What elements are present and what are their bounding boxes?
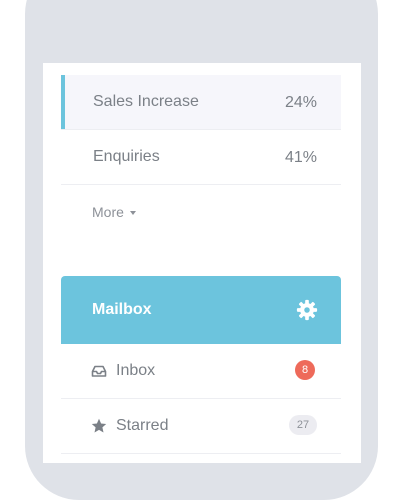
stat-value: 41% <box>284 149 317 166</box>
more-label: More <box>92 204 124 220</box>
mailbox-item-starred[interactable]: Starred 27 <box>61 399 341 454</box>
inbox-icon <box>91 365 107 377</box>
more-button[interactable]: More <box>92 201 136 223</box>
stat-label: Sales Increase <box>93 93 199 110</box>
stat-label: Enquiries <box>93 148 160 165</box>
mailbox-item-label: Inbox <box>116 362 156 379</box>
gear-icon[interactable] <box>296 299 318 321</box>
stat-row-sales-increase[interactable]: Sales Increase 24% <box>61 75 341 130</box>
phone-screen: Sales Increase 24% Enquiries 41% More Ma… <box>43 63 361 463</box>
caret-down-icon <box>129 211 136 216</box>
mailbox-header: Mailbox <box>61 276 341 344</box>
stat-value: 24% <box>284 94 317 111</box>
mailbox-item-inbox[interactable]: Inbox 8 <box>61 344 341 399</box>
count-badge: 27 <box>289 415 317 435</box>
active-indicator <box>61 75 65 129</box>
stat-row-enquiries[interactable]: Enquiries 41% <box>61 130 341 185</box>
unread-count-badge: 8 <box>295 360 315 380</box>
mailbox-item-label: Starred <box>116 417 169 434</box>
mailbox-title: Mailbox <box>92 301 152 318</box>
star-icon <box>91 418 107 433</box>
